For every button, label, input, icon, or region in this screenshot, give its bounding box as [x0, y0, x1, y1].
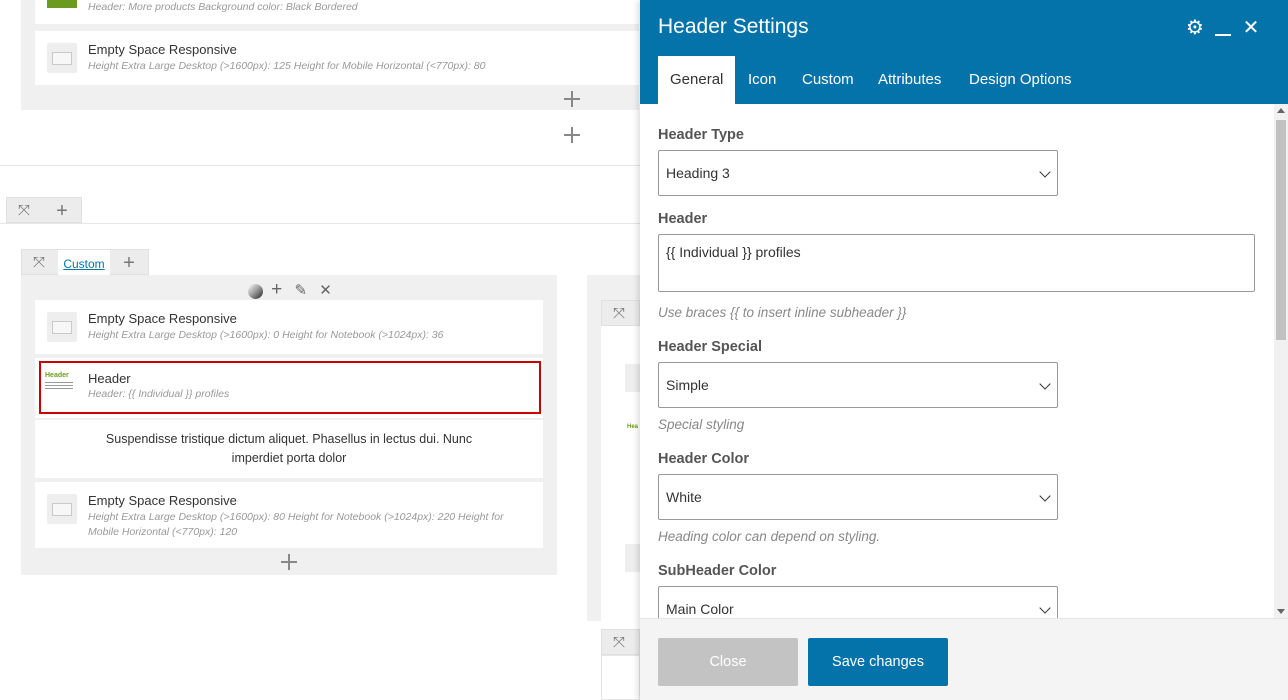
column-bottom [601, 655, 640, 700]
element-subtitle: Header: {{ Individual }} profiles [88, 388, 230, 400]
close-icon[interactable]: ✕ [1240, 16, 1262, 40]
header-label: Header [658, 211, 708, 227]
panel-header: Header Settings ⚙ ✕ General Icon Custom … [640, 0, 1288, 104]
tab-attributes[interactable]: Attributes [866, 56, 953, 104]
expand-icon[interactable]: ⤧ [22, 250, 56, 276]
element-card-empty-space-3[interactable]: Empty Space Responsive Height Extra Larg… [35, 482, 543, 548]
element-subtitle: Height Extra Large Desktop (>1600px): 0 … [88, 329, 444, 341]
select-value: White [666, 489, 702, 505]
chevron-down-icon [1039, 490, 1051, 502]
column-controls-bottom: ⤧ [601, 629, 640, 655]
header-type-select[interactable]: Heading 3 [658, 150, 1058, 196]
gear-icon[interactable]: ⚙ [1184, 16, 1206, 40]
element-subtitle: Height Extra Large Desktop (>1600px): 12… [88, 60, 486, 72]
element-card-right[interactable]: Hea [601, 326, 640, 621]
header-color-label: Header Color [658, 451, 750, 467]
expand-icon[interactable]: ⤧ [602, 301, 636, 327]
textarea-value: {{ Individual }} profiles [666, 244, 801, 260]
close-icon[interactable]: ✕ [319, 282, 336, 299]
panel-title: Header Settings [658, 15, 809, 38]
header-color-help-text: Heading color can depend on styling. [658, 529, 881, 544]
add-icon[interactable]: + [45, 198, 79, 224]
panel-footer: Close Save changes [640, 618, 1288, 700]
header-element-icon: Hea [627, 424, 639, 430]
empty-space-icon [625, 544, 640, 572]
expand-icon[interactable]: ⤧ [602, 630, 636, 656]
save-changes-button[interactable]: Save changes [808, 638, 948, 686]
column-toolbar: + ✎ ✕ [248, 279, 336, 301]
chevron-down-icon [1039, 602, 1051, 614]
header-special-select[interactable]: Simple [658, 362, 1058, 408]
scroll-down-icon[interactable] [1277, 609, 1285, 614]
header-element-icon: Header [45, 372, 75, 394]
close-button[interactable]: Close [658, 638, 798, 686]
header-help-text: Use braces {{ to insert inline subheader… [658, 305, 907, 320]
column-controls: ⤧ Custom + [21, 249, 149, 276]
add-icon[interactable]: + [271, 279, 286, 300]
panel-header-controls: ⚙ ✕ [1184, 16, 1274, 40]
add-icon[interactable]: + [112, 250, 146, 276]
header-textarea[interactable]: {{ Individual }} profiles [658, 234, 1255, 292]
tab-general[interactable]: General [658, 56, 736, 104]
add-element-button[interactable] [281, 554, 297, 570]
column-custom-tab[interactable]: Custom [58, 250, 110, 276]
element-card-header-selected[interactable]: Header Header Header: {{ Individual }} p… [35, 358, 543, 418]
empty-space-icon [47, 494, 77, 524]
tab-custom[interactable]: Custom [790, 56, 866, 104]
tab-icon[interactable]: Icon [736, 56, 788, 104]
element-subtitle: Header: More products Background color: … [88, 1, 358, 13]
element-card-empty-space-2[interactable]: Empty Space Responsive Height Extra Larg… [35, 300, 543, 354]
design-icon[interactable] [248, 283, 263, 299]
scrollbar-thumb[interactable] [1276, 120, 1286, 340]
add-element-button[interactable] [564, 91, 580, 107]
element-title: Header [88, 371, 131, 386]
header-special-help-text: Special styling [658, 417, 745, 432]
add-row-button[interactable] [564, 127, 580, 143]
column-controls-right: ⤧ [601, 300, 640, 326]
select-value: Simple [666, 377, 709, 393]
edit-icon[interactable]: ✎ [294, 282, 311, 299]
subheader-color-label: SubHeader Color [658, 563, 777, 579]
section-divider [0, 165, 640, 166]
header-color-select[interactable]: White [658, 474, 1058, 520]
select-value: Main Color [666, 601, 734, 617]
panel-scrollbar[interactable] [1274, 104, 1288, 618]
subheader-color-select[interactable]: Main Color [658, 586, 1058, 618]
element-title: Empty Space Responsive [88, 42, 237, 57]
element-card-top[interactable]: Header: More products Background color: … [35, 0, 640, 24]
element-title: Empty Space Responsive [88, 311, 237, 326]
text-block-content: Suspendisse tristique dictum aliquet. Ph… [105, 432, 473, 465]
header-settings-panel: Header Settings ⚙ ✕ General Icon Custom … [640, 0, 1288, 700]
section-divider [0, 223, 640, 224]
tab-design-options[interactable]: Design Options [957, 56, 1084, 104]
header-type-label: Header Type [658, 127, 744, 143]
panel-body: Header Type Heading 3 Header {{ Individu… [640, 104, 1288, 618]
empty-space-icon [47, 43, 77, 73]
row-controls: ⤧ + [6, 197, 82, 223]
element-subtitle: Height Extra Large Desktop (>1600px): 80… [88, 511, 504, 538]
select-value: Heading 3 [666, 165, 730, 181]
minimize-icon[interactable] [1212, 16, 1234, 40]
empty-space-icon [47, 312, 77, 342]
expand-icon[interactable]: ⤧ [7, 198, 41, 224]
element-card-text-block[interactable]: Suspendisse tristique dictum aliquet. Ph… [35, 420, 543, 478]
cursor-icon [47, 0, 77, 8]
scroll-up-icon[interactable] [1277, 108, 1285, 113]
element-title: Empty Space Responsive [88, 493, 237, 508]
page-builder-canvas: Header: More products Background color: … [0, 0, 640, 700]
chevron-down-icon [1039, 166, 1051, 178]
empty-space-icon [625, 364, 640, 392]
chevron-down-icon [1039, 378, 1051, 390]
element-card-empty-space-1[interactable]: Empty Space Responsive Height Extra Larg… [35, 31, 640, 85]
header-special-label: Header Special [658, 339, 762, 355]
